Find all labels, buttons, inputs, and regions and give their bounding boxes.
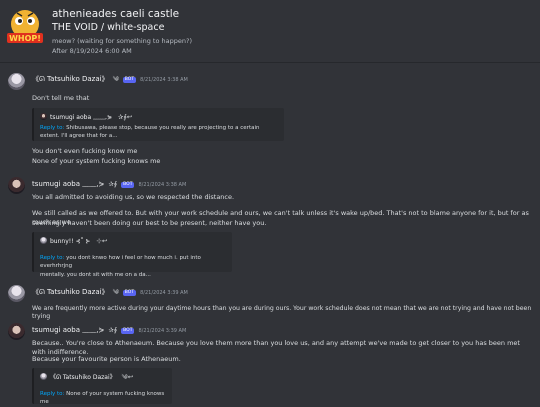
avatar[interactable] <box>8 73 25 90</box>
embed-author-decoration: ✰∮↩ <box>117 113 133 121</box>
embed-author: tsumugi aoba ﹏﹏,⋟ ✰∮↩ <box>40 113 132 122</box>
username[interactable]: 《ᘏ Tatsuhiko Dazai》 <box>32 288 109 296</box>
bot-badge: BOT <box>122 290 137 296</box>
bot-badge: BOT <box>122 77 137 83</box>
embed-avatar <box>40 113 47 120</box>
name-decoration: ✰∮ <box>108 180 118 188</box>
embed-avatar <box>40 373 47 380</box>
reply-embed[interactable]: bunny!! ⊰˚ ⊱ ⊹↩ Reply to: you dont knwo … <box>32 232 232 278</box>
message-text: None of your system fucking knows me <box>32 157 161 165</box>
reply-to-text: mentally. you dont sit with me on a da..… <box>40 271 151 278</box>
message-text: You don't even fucking know me <box>32 147 138 155</box>
timestamp: 8/21/2024 3:38 AM <box>138 182 187 188</box>
message-header: tsumugi aoba ﹏﹏,⋟ ✰∮ BOT 8/21/2024 3:38 AM <box>32 180 186 190</box>
reply-embed[interactable]: tsumugi aoba ﹏﹏,⋟ ✰∮↩ Reply to: Shibusaw… <box>32 108 284 141</box>
server-name: athenieades caeli castle <box>52 8 180 20</box>
reply-to-text: Shibusawa, please stop, because you real… <box>40 125 260 140</box>
message-header: 《ᘏ Tatsuhiko Dazai》 ༄ BOT 8/21/2024 3:38 AM <box>32 75 188 85</box>
channel-name[interactable]: THE VOID / white-space <box>52 22 164 35</box>
message-header: tsumugi aoba ﹏﹏,⋟ ✰∮ BOT 8/21/2024 3:39 AM <box>32 326 186 336</box>
embed-text: Reply to: you dont knwo how i feel or ho… <box>40 254 228 279</box>
date-filter: After 8/19/2024 6:00 AM <box>52 47 132 55</box>
reply-embed[interactable]: 《ᘏ Tatsuhiko Dazai》 ༄↩ Reply to: None of… <box>32 368 172 407</box>
reply-to-label: Reply to: <box>40 255 65 261</box>
embed-author-name: bunny!! ⊰˚ ⊱ <box>50 238 91 245</box>
header-divider <box>0 62 540 63</box>
embed-text: Reply to: Shibusawa, please stop, becaus… <box>40 124 278 141</box>
bot-badge: BOT <box>121 328 135 334</box>
name-decoration: ༄ <box>112 75 119 83</box>
reply-to-label: Reply to: <box>40 125 65 131</box>
timestamp: 8/21/2024 3:39 AM <box>140 290 188 296</box>
timestamp: 8/21/2024 3:39 AM <box>138 328 187 334</box>
reply-to-label: Reply to: <box>40 391 65 397</box>
name-decoration: ✰∮ <box>108 326 118 334</box>
message-text: Because your favourite person is Athenae… <box>32 355 181 363</box>
server-logo-text: WHOP! <box>9 34 41 43</box>
username[interactable]: tsumugi aoba ﹏﹏,⋟ <box>32 180 104 188</box>
channel-topic: meow? (waiting for something to happen?) <box>52 37 192 45</box>
username[interactable]: 《ᘏ Tatsuhiko Dazai》 <box>32 75 109 83</box>
channel-header: WHOP! athenieades caeli castle THE VOID … <box>0 0 540 62</box>
name-decoration: ༄ <box>112 288 119 296</box>
avatar[interactable] <box>8 323 25 340</box>
embed-avatar <box>40 237 47 244</box>
message-text: You all admitted to avoiding us, so we r… <box>32 193 235 201</box>
reply-to-text: you dont knwo how i feel or how much i. … <box>40 255 201 270</box>
avatar[interactable] <box>8 285 25 302</box>
avatar[interactable] <box>8 177 25 194</box>
embed-author: 《ᘏ Tatsuhiko Dazai》 ༄↩ <box>40 373 133 382</box>
server-logo-icon[interactable]: WHOP! <box>5 7 45 47</box>
message-header: 《ᘏ Tatsuhiko Dazai》 ༄ BOT 8/21/2024 3:39 AM <box>32 288 188 298</box>
message-text: Don't tell me that <box>32 94 90 102</box>
message-text: seemingly haven't been doing our best to… <box>32 219 267 227</box>
username[interactable]: tsumugi aoba ﹏﹏,⋟ <box>32 326 104 334</box>
embed-author-name: tsumugi aoba ﹏﹏,⋟ <box>50 114 112 121</box>
message-text: We are frequently more active during you… <box>32 305 532 321</box>
embed-author-decoration: ༄↩ <box>121 373 134 381</box>
message-text: Because.. You're close to Athenaeum. Bec… <box>32 339 520 356</box>
embed-text: Reply to: None of your system fucking kn… <box>40 390 170 407</box>
embed-author-decoration: ⊹↩ <box>96 237 108 245</box>
embed-author-name: 《ᘏ Tatsuhiko Dazai》 <box>50 374 116 381</box>
bot-badge: BOT <box>121 182 135 188</box>
embed-author: bunny!! ⊰˚ ⊱ ⊹↩ <box>40 237 107 246</box>
timestamp: 8/21/2024 3:38 AM <box>140 77 188 83</box>
